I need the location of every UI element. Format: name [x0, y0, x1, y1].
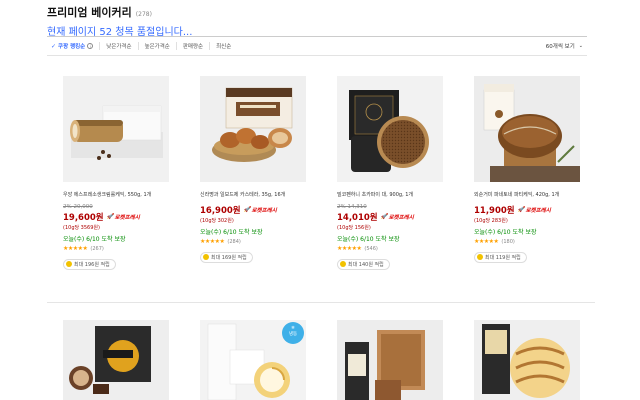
per-page-label: 60개씩 보기	[545, 44, 575, 50]
product-card[interactable]	[337, 320, 443, 400]
info-icon[interactable]: i	[87, 43, 94, 49]
old-price-text: 2% 20,000	[63, 204, 93, 210]
rocket-label: 로켓프레시	[388, 215, 414, 221]
rocket-label: 로켓프레시	[251, 208, 277, 214]
star-rating-icon: ★★★★★	[63, 245, 88, 252]
sort-high-price[interactable]: 높은가격순	[137, 42, 176, 50]
sort-newest-label: 최신순	[216, 44, 232, 50]
rocket-fresh-badge: 🚀 로켓프레시	[381, 213, 414, 221]
product-card[interactable]	[474, 320, 580, 400]
product-image-roll-slices[interactable]: ❄ 냉동	[200, 320, 306, 400]
product-image-pie[interactable]	[337, 76, 443, 182]
product-card[interactable]: 빌코펜하니 초카파이 대, 900g, 1개 2% 14,310 14,010원…	[337, 76, 443, 271]
coin-icon	[66, 261, 72, 267]
unit-price: (10g당 283원)	[474, 218, 508, 224]
rocket-icon: 🚀	[380, 214, 388, 220]
sale-price: 14,010원	[337, 213, 378, 223]
product-name[interactable]: 우앙 에스프레소생크림롤케익, 550g, 1개	[63, 192, 169, 199]
frozen-badge: ❄ 냉동	[282, 322, 304, 344]
product-name[interactable]: 빌코펜하니 초카파이 대, 900g, 1개	[337, 192, 443, 199]
reward-badge: 최대 169원 적립	[200, 251, 253, 263]
rocket-icon: 🚀	[243, 207, 251, 213]
reward-text: 최대 169원 적립	[211, 254, 247, 261]
star-rating-icon: ★★★★★	[474, 238, 499, 245]
sale-price: 11,900원	[474, 206, 515, 216]
review-count: (267)	[90, 245, 104, 252]
rocket-fresh-badge: 🚀 로켓프레시	[244, 206, 277, 214]
chevron-down-icon: ⌄	[578, 43, 583, 49]
sort-sales-label: 판매량순	[182, 44, 204, 50]
frozen-label: 냉동	[288, 332, 298, 337]
delivery-info: 오늘(수) 6/10 도착 보장	[200, 229, 263, 236]
product-card[interactable]: 우앙 에스프레소생크림롤케익, 550g, 1개 2% 20,000 19,60…	[63, 76, 169, 271]
coin-icon	[340, 261, 346, 267]
review-count: (180)	[501, 238, 515, 245]
sort-high-price-label: 높은가격순	[144, 44, 170, 50]
sort-low-price[interactable]: 낮은가격순	[99, 42, 137, 50]
star-rating-icon: ★★★★★	[337, 245, 362, 252]
sale-price: 19,600원	[63, 213, 104, 223]
review-count: (284)	[227, 238, 241, 245]
review-count: (546)	[364, 245, 378, 252]
product-image-castella[interactable]	[200, 76, 306, 182]
product-card[interactable]: 외순거미 파네토네 파티케익, 420g, 1개 11,900원 🚀 로켓프레시 …	[474, 76, 580, 264]
reward-badge: 최대 196원 적립	[63, 258, 116, 270]
sort-newest[interactable]: 최신순	[209, 42, 237, 50]
rocket-icon: 🚀	[106, 214, 114, 220]
old-price-text: 2% 14,310	[337, 204, 367, 210]
delivery-info: 오늘(수) 6/10 도착 보장	[474, 229, 537, 236]
product-image-roll-cake[interactable]	[63, 76, 169, 182]
rocket-icon: 🚀	[517, 207, 525, 213]
rating: ★★★★★ (180)	[474, 238, 580, 245]
product-image-butter-roll[interactable]	[474, 320, 580, 400]
rocket-label: 로켓프레시	[114, 215, 140, 221]
reward-badge: 최대 140원 적립	[337, 258, 390, 270]
product-image-chocopie-box[interactable]	[63, 320, 169, 400]
product-name[interactable]: 신라명과 일보드제 카스테라, 35g, 16개	[200, 192, 306, 199]
original-price: 2% 20,000	[63, 204, 169, 210]
per-page-select[interactable]: 60개씩 보기 ⌄	[546, 42, 583, 50]
product-image-panettone[interactable]	[474, 76, 580, 182]
product-card[interactable]	[63, 320, 169, 400]
page-header: 프리미엄 베이커리 (278) 현재 페이지 52 청목 품절입니다...	[47, 4, 607, 38]
sort-sales[interactable]: 판매량순	[175, 42, 209, 50]
rocket-label: 로켓프레시	[525, 208, 551, 214]
star-rating-icon: ★★★★★	[200, 238, 225, 245]
sort-ranking[interactable]: ✓ 쿠팡 랭킹순 i	[47, 42, 99, 50]
reward-badge: 최대 119원 적립	[474, 251, 527, 263]
sort-bar: ✓ 쿠팡 랭킹순 i 낮은가격순 높은가격순 판매량순 최신순 60개씩 보기 …	[47, 36, 587, 56]
coin-icon	[203, 254, 209, 260]
reward-text: 최대 140원 적립	[348, 261, 384, 268]
rating: ★★★★★ (267)	[63, 245, 169, 252]
delivery-info: 오늘(수) 6/10 도착 보장	[337, 236, 400, 243]
reward-text: 최대 119원 적립	[485, 254, 521, 261]
product-card[interactable]: ❄ 냉동	[200, 320, 306, 400]
check-icon: ✓	[51, 42, 57, 50]
original-price: 2% 14,310	[337, 204, 443, 210]
rating: ★★★★★ (546)	[337, 245, 443, 252]
product-image-tea-cake[interactable]	[337, 320, 443, 400]
sort-low-price-label: 낮은가격순	[106, 44, 132, 50]
reward-text: 최대 196원 적립	[74, 261, 110, 268]
coin-icon	[477, 254, 483, 260]
product-name[interactable]: 외순거미 파네토네 파티케익, 420g, 1개	[474, 192, 580, 199]
delivery-info: 오늘(수) 6/10 도착 보장	[63, 236, 126, 243]
sort-ranking-label: 쿠팡 랭킹순	[58, 44, 86, 50]
rocket-fresh-badge: 🚀 로켓프레시	[518, 206, 551, 214]
category-title: 프리미엄 베이커리	[47, 6, 132, 19]
sale-price: 16,900원	[200, 206, 241, 216]
unit-price: (10g당 156원)	[337, 225, 371, 231]
rocket-fresh-badge: 🚀 로켓프레시	[107, 213, 140, 221]
product-count: (278)	[135, 11, 152, 18]
row-divider	[47, 302, 595, 303]
rating: ★★★★★ (284)	[200, 238, 306, 245]
unit-price: (10g당 3569원)	[63, 225, 100, 231]
unit-price: (10g당 302원)	[200, 218, 234, 224]
product-card[interactable]: 신라명과 일보드제 카스테라, 35g, 16개 16,900원 🚀 로켓프레시 …	[200, 76, 306, 264]
